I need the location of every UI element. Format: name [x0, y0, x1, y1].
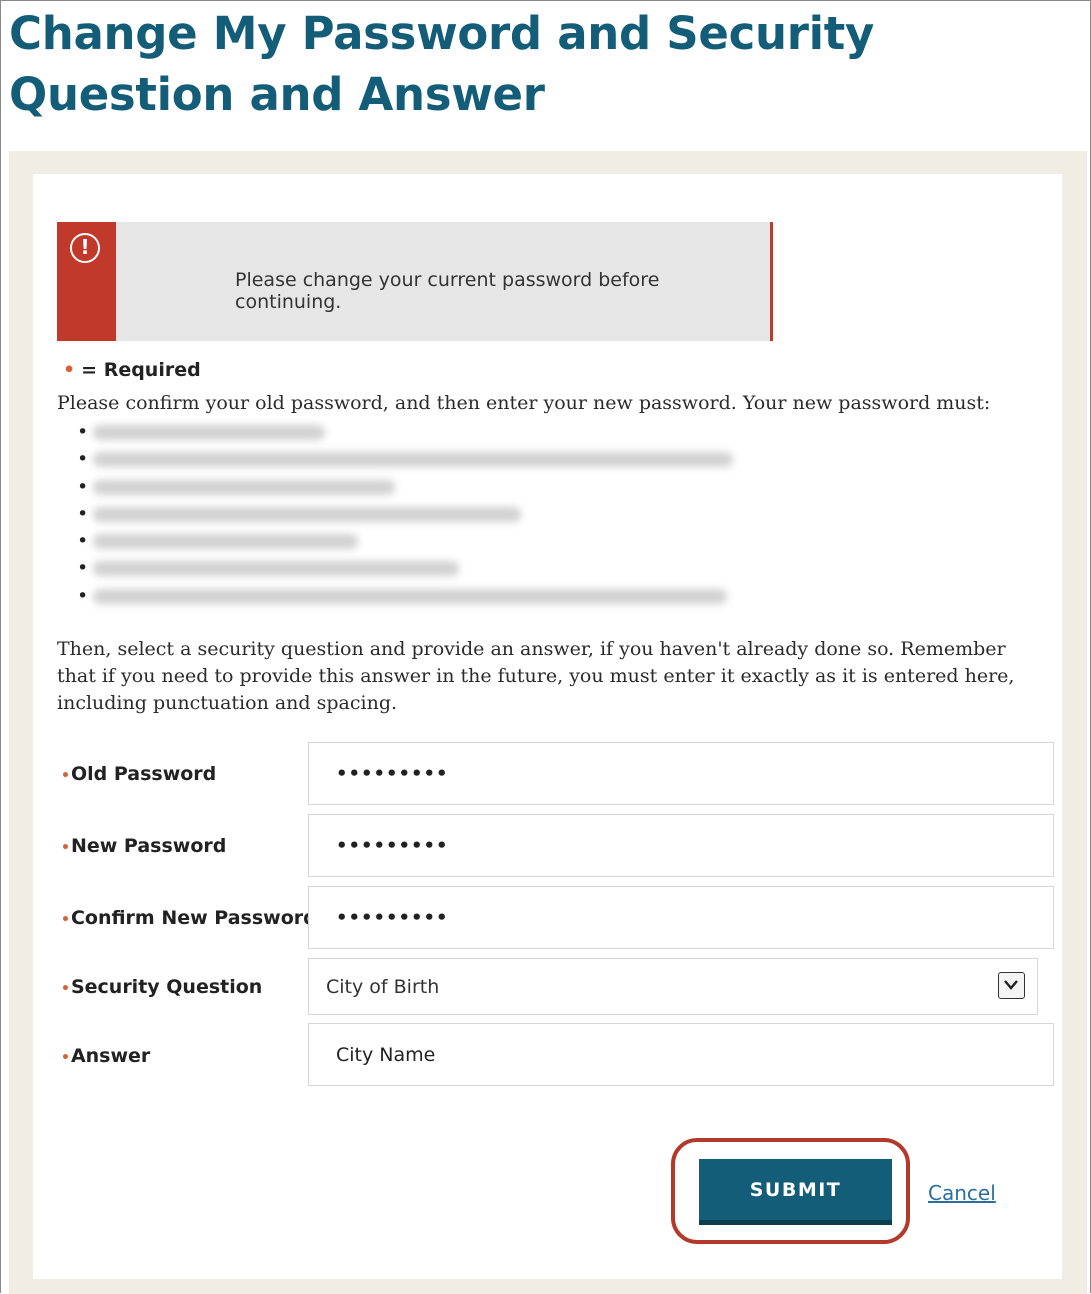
- security-question-label: •Security Question: [61, 976, 263, 998]
- old-password-label: •Old Password: [61, 763, 217, 785]
- exclamation-circle-icon: !: [70, 233, 100, 263]
- instructions-intro: Please confirm your old password, and th…: [57, 392, 991, 414]
- cancel-link[interactable]: Cancel: [928, 1181, 996, 1205]
- alert-banner: ! Please change your current password be…: [57, 222, 773, 341]
- new-password-value: •••••••••: [336, 835, 449, 856]
- alert-message: Please change your current password befo…: [235, 269, 660, 313]
- answer-label: •Answer: [61, 1045, 151, 1067]
- old-password-field[interactable]: •••••••••: [308, 742, 1054, 805]
- new-password-field[interactable]: •••••••••: [308, 814, 1054, 877]
- security-question-value: City of Birth: [326, 975, 440, 998]
- old-password-value: •••••••••: [336, 763, 449, 784]
- page-title: Change My Password and Security Question…: [9, 7, 874, 121]
- security-question-instructions: Then, select a security question and pro…: [57, 638, 1015, 714]
- new-password-label: •New Password: [61, 835, 227, 857]
- required-marker: •: [63, 359, 76, 381]
- chevron-down-icon[interactable]: [998, 972, 1025, 999]
- confirm-password-value: •••••••••: [336, 907, 449, 928]
- submit-button[interactable]: SUBMIT: [699, 1159, 892, 1225]
- required-note: • = Required: [63, 359, 201, 381]
- answer-field[interactable]: City Name: [308, 1023, 1054, 1086]
- answer-value: City Name: [336, 1043, 436, 1066]
- confirm-password-field[interactable]: •••••••••: [308, 886, 1054, 949]
- required-text: = Required: [81, 359, 201, 381]
- alert-accent-strip: !: [57, 222, 116, 341]
- security-question-select[interactable]: City of Birth: [308, 958, 1038, 1015]
- confirm-password-label: •Confirm New Password: [61, 907, 317, 929]
